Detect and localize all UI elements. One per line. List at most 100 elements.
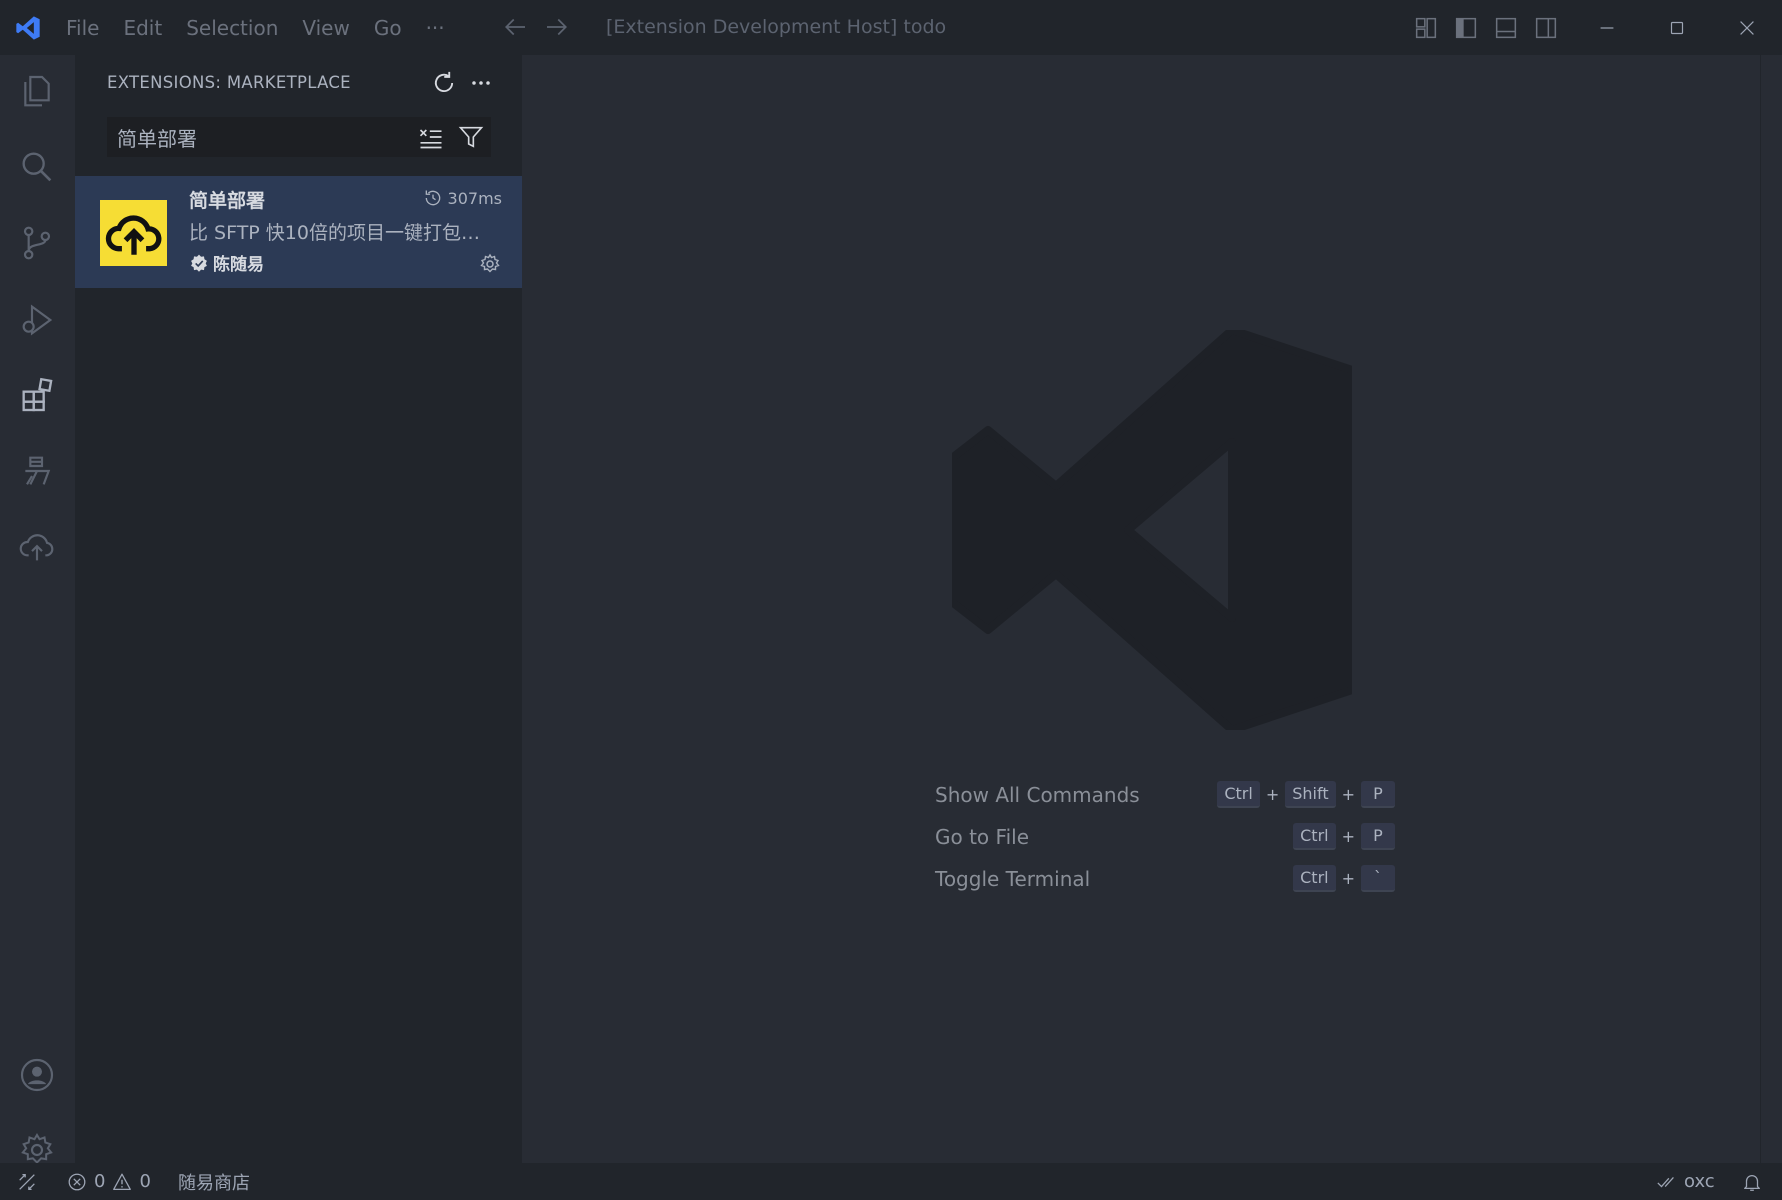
- activation-time: 307ms: [423, 188, 502, 208]
- account-icon: [20, 1058, 54, 1092]
- menu-view[interactable]: View: [302, 16, 349, 40]
- files-icon: [24, 75, 50, 107]
- activation-time-value: 307ms: [447, 188, 502, 208]
- key-cap: `: [1361, 865, 1395, 892]
- shortcut-label: Show All Commands: [935, 783, 1140, 807]
- close-button[interactable]: [1712, 0, 1782, 55]
- cloud-upload-icon: [105, 215, 161, 255]
- source-control-button[interactable]: [17, 223, 57, 263]
- deploy-view-button[interactable]: [17, 527, 57, 567]
- extension-search-box: [107, 117, 491, 157]
- minimize-icon: [1600, 26, 1614, 29]
- more-actions-button[interactable]: [467, 69, 495, 97]
- vscode-logo-icon: [16, 16, 40, 40]
- extension-logo: [100, 200, 167, 266]
- extension-publisher[interactable]: 陈随易: [189, 250, 264, 275]
- shortcut-label: Go to File: [935, 825, 1029, 849]
- watermark-shortcuts: Show All Commands Ctrl + Shift + P Go to…: [935, 777, 1395, 903]
- window-right-edge: [1760, 55, 1782, 1163]
- custom-extension-view-button[interactable]: [17, 451, 57, 491]
- arrow-left-icon[interactable]: [500, 12, 530, 42]
- extensions-icon: [22, 377, 53, 412]
- maximize-icon: [1670, 21, 1684, 34]
- shortcut-keys: Ctrl + P: [1293, 823, 1395, 850]
- check-all-icon: [1657, 1176, 1674, 1188]
- problems-indicator[interactable]: 0 0: [66, 1163, 151, 1200]
- extension-settings-gear-icon[interactable]: [478, 252, 502, 276]
- explorer-button[interactable]: [17, 72, 57, 112]
- window-controls: [1572, 0, 1782, 55]
- extension-name: 简单部署: [189, 190, 266, 212]
- key-cap: Ctrl: [1293, 823, 1336, 850]
- search-icon: [22, 152, 52, 182]
- remote-indicator[interactable]: [16, 1163, 38, 1200]
- oxc-status-item[interactable]: oxc: [1656, 1163, 1715, 1200]
- maximize-button[interactable]: [1642, 0, 1712, 55]
- toggle-secondary-sidebar-icon[interactable]: [1532, 14, 1560, 42]
- title-bar: File Edit Selection View Go ··· [Extensi…: [0, 0, 1782, 55]
- toggle-panel-icon[interactable]: [1492, 14, 1520, 42]
- status-bar: 0 0 随易商店 oxc: [0, 1163, 1782, 1200]
- close-icon: [1740, 20, 1754, 35]
- refresh-button[interactable]: [430, 69, 458, 97]
- menu-file[interactable]: File: [66, 16, 99, 40]
- extension-list-item[interactable]: 简单部署 307ms 比 SFTP 快10倍的项目一键打包部署工具 陈随易: [75, 176, 522, 288]
- key-cap: Ctrl: [1217, 781, 1260, 808]
- run-debug-icon: [22, 304, 53, 336]
- menu-go[interactable]: Go: [374, 16, 402, 40]
- shortcut-go-to-file: Go to File Ctrl + P: [935, 819, 1395, 861]
- activity-bar: [0, 55, 75, 1164]
- key-cap: Ctrl: [1293, 865, 1336, 892]
- remote-icon: [19, 1173, 35, 1190]
- source-control-icon: [23, 226, 51, 260]
- key-cap: Shift: [1285, 781, 1336, 808]
- filter-icon[interactable]: [457, 123, 485, 151]
- customize-layout-icon[interactable]: [1412, 14, 1440, 42]
- publisher-name: 陈随易: [213, 255, 264, 275]
- clear-search-icon[interactable]: [417, 123, 445, 151]
- menu-selection[interactable]: Selection: [186, 16, 278, 40]
- extensions-button[interactable]: [17, 375, 57, 415]
- extension-description: 比 SFTP 快10倍的项目一键打包部署工具: [189, 222, 497, 244]
- store-label: 随易商店: [178, 1172, 250, 1194]
- key-separator: +: [1341, 827, 1355, 846]
- cloud-upload-icon: [19, 534, 54, 561]
- warning-icon: [113, 1173, 132, 1190]
- shortcut-label: Toggle Terminal: [935, 867, 1091, 891]
- yi-character-icon: [25, 456, 51, 485]
- run-debug-button[interactable]: [17, 300, 57, 340]
- arrow-right-icon[interactable]: [542, 12, 572, 42]
- shortcut-keys: Ctrl + `: [1293, 865, 1395, 892]
- key-cap: P: [1361, 823, 1395, 850]
- key-separator: +: [1341, 869, 1355, 888]
- minimize-button[interactable]: [1572, 0, 1642, 55]
- key-cap: P: [1361, 781, 1395, 808]
- search-view-button[interactable]: [17, 147, 57, 187]
- notifications-button[interactable]: [1741, 1163, 1763, 1200]
- menu-edit[interactable]: Edit: [123, 16, 162, 40]
- warning-count: 0: [139, 1171, 151, 1192]
- store-status-item[interactable]: 随易商店: [178, 1163, 250, 1200]
- error-icon: [68, 1173, 86, 1190]
- oxc-label: oxc: [1684, 1171, 1715, 1192]
- bell-icon: [1744, 1174, 1760, 1191]
- extensions-sidebar: EXTENSIONS: MARKETPLACE 简单部署 307ms 比 SFT…: [75, 55, 522, 1163]
- error-count: 0: [94, 1171, 106, 1192]
- shortcut-keys: Ctrl + Shift + P: [1217, 781, 1395, 808]
- extension-search-input[interactable]: [117, 121, 417, 153]
- refresh-icon: [434, 71, 454, 92]
- verified-badge-icon: [191, 254, 207, 272]
- accounts-button[interactable]: [17, 1055, 57, 1095]
- menu-more[interactable]: ···: [426, 16, 445, 40]
- vscode-watermark-icon: [952, 330, 1352, 730]
- sidebar-title: EXTENSIONS: MARKETPLACE: [107, 73, 351, 92]
- history-icon: [425, 190, 440, 206]
- shortcut-show-all-commands: Show All Commands Ctrl + Shift + P: [935, 777, 1395, 819]
- editor-area: Show All Commands Ctrl + Shift + P Go to…: [522, 55, 1760, 1163]
- key-separator: +: [1341, 785, 1355, 804]
- ellipsis-icon: [472, 81, 490, 85]
- toggle-primary-sidebar-icon[interactable]: [1452, 14, 1480, 42]
- navigation-arrows: [500, 12, 572, 42]
- menu-bar: File Edit Selection View Go ···: [66, 0, 469, 55]
- layout-controls: [1412, 14, 1560, 42]
